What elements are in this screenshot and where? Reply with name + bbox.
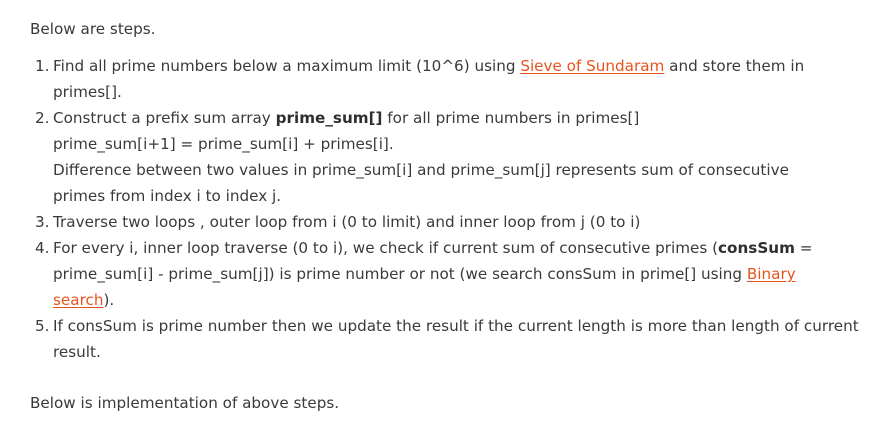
step-item-5: 5. If consSum is prime number then we up… — [35, 313, 870, 365]
step-item-2: 2. Construct a prefix sum array prime_su… — [35, 105, 870, 209]
step-line: For every i, inner loop traverse (0 to i… — [53, 235, 870, 261]
step-line: primes from index i to index j. — [53, 187, 282, 205]
step-line: prime_sum[i+1] = prime_sum[i] + primes[i… — [53, 135, 394, 153]
intro-text: Below are steps. — [30, 20, 156, 38]
step-text: For every i, inner loop traverse (0 to i… — [53, 239, 719, 257]
step-item-4: 4. For every i, inner loop traverse (0 t… — [35, 235, 870, 313]
step-line: prime_sum[i] - prime_sum[j]) is prime nu… — [53, 261, 870, 287]
step-line: Construct a prefix sum array prime_sum[]… — [53, 105, 870, 131]
steps-list: 1. Find all prime numbers below a maximu… — [30, 53, 870, 365]
step-text: prime_sum[i] - prime_sum[j]) is prime nu… — [53, 265, 747, 283]
step-number: 4. — [35, 239, 50, 257]
step-line: result. — [53, 343, 101, 361]
sieve-of-sundaram-link[interactable]: Sieve of Sundaram — [520, 57, 664, 75]
step-line: If consSum is prime number then we updat… — [53, 317, 859, 335]
outro-text: Below is implementation of above steps. — [30, 394, 340, 412]
step-item-1: 1. Find all prime numbers below a maximu… — [35, 53, 870, 105]
step-text: and store them in — [664, 57, 805, 75]
step-line: Difference between two values in prime_s… — [53, 161, 789, 179]
step-text: Find all prime numbers below a maximum l… — [53, 57, 521, 75]
step-number: 1. — [35, 57, 50, 75]
cons-sum-term: consSum — [718, 239, 795, 257]
step-text: ). — [103, 291, 115, 309]
step-line: Find all prime numbers below a maximum l… — [53, 53, 870, 79]
step-line: primes[]. — [53, 83, 122, 101]
binary-search-link[interactable]: Binary — [747, 265, 796, 283]
step-line: Traverse two loops , outer loop from i (… — [53, 213, 641, 231]
step-text: = — [794, 239, 813, 257]
step-item-3: 3. Traverse two loops , outer loop from … — [35, 209, 870, 235]
step-line: search). — [53, 287, 870, 313]
prime-sum-term: prime_sum[] — [275, 109, 383, 127]
step-number: 5. — [35, 317, 50, 335]
step-text: Construct a prefix sum array — [53, 109, 276, 127]
article-content: Below are steps. 1. Find all prime numbe… — [30, 16, 870, 416]
step-number: 3. — [35, 213, 50, 231]
binary-search-link[interactable]: search — [53, 291, 103, 309]
step-number: 2. — [35, 109, 50, 127]
step-text: for all prime numbers in primes[] — [382, 109, 640, 127]
